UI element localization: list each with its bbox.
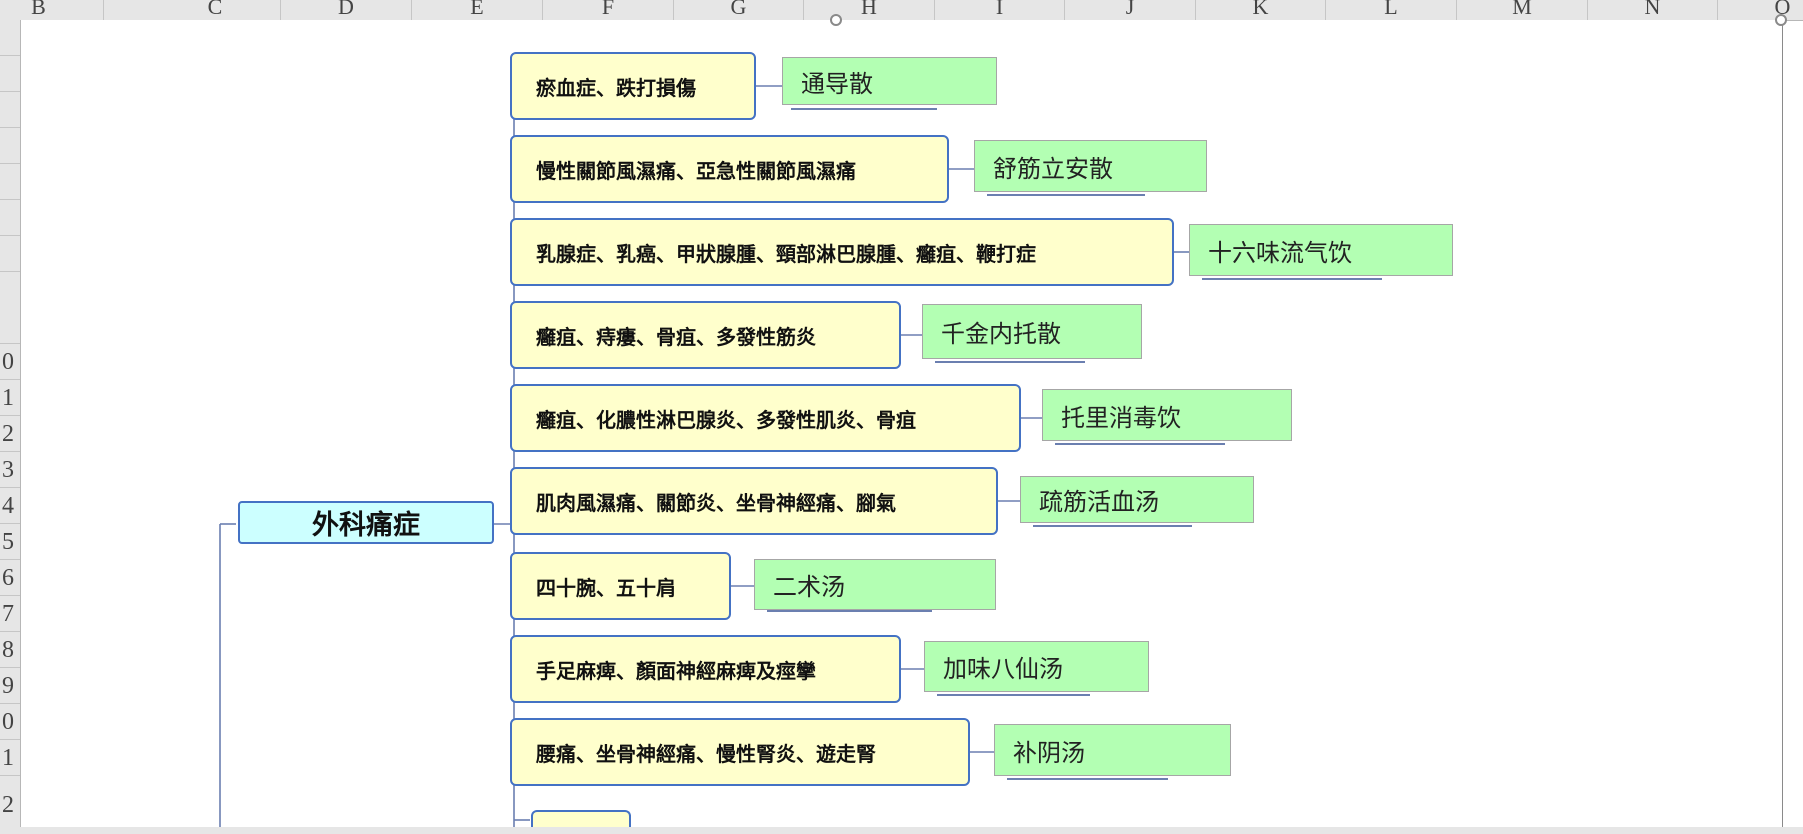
row-header-cell[interactable] [0, 164, 20, 200]
symptom-node-label: 癰疽、化膿性淋巴腺炎、多發性肌炎、骨疽 [536, 407, 916, 432]
row-header-cell[interactable] [0, 92, 20, 128]
column-header-d[interactable]: D [281, 0, 412, 20]
symptom-node[interactable]: 慢性關節風濕痛、亞急性關節風濕痛 [510, 135, 949, 203]
remedy-node[interactable]: 十六味流气饮 [1189, 224, 1453, 276]
symptom-node-label: 肌肉風濕痛、關節炎、坐骨神經痛、腳氣 [536, 490, 896, 515]
row-header-cell[interactable]: 7 [0, 596, 20, 632]
remedy-node-label: 托里消毒饮 [1061, 403, 1181, 432]
row-header-cell[interactable]: 2 [0, 416, 20, 452]
row-header-cell[interactable] [0, 200, 20, 236]
row-header-cell[interactable] [0, 236, 20, 272]
row-header-cell[interactable]: 2 [0, 776, 20, 834]
symptom-node[interactable]: 肌肉風濕痛、關節炎、坐骨神經痛、腳氣 [510, 467, 998, 535]
column-header-l[interactable]: L [1326, 0, 1457, 20]
column-header-n[interactable]: N [1588, 0, 1718, 20]
symptom-node[interactable]: 癰疽、化膿性淋巴腺炎、多發性肌炎、骨疽 [510, 384, 1021, 452]
symptom-node-label: 手足麻痺、顏面神經麻痺及痙攣 [536, 658, 816, 683]
symptom-node-label: 癰疽、痔瘻、骨疽、多發性筋炎 [536, 324, 816, 349]
row-header-cell[interactable]: 1 [0, 740, 20, 776]
remedy-node-underline [935, 361, 1085, 363]
remedy-node-underline [767, 610, 932, 612]
root-node-label: 外科痛症 [312, 510, 420, 541]
remedy-node[interactable]: 舒筋立安散 [974, 140, 1207, 192]
remedy-node-label: 千金内托散 [941, 320, 1061, 348]
row-header-cell[interactable]: 4 [0, 488, 20, 524]
remedy-node-underline [791, 108, 937, 110]
mindmap-root-node[interactable]: 外科痛症 [238, 501, 494, 544]
row-header-cell[interactable] [0, 56, 20, 92]
symptom-node[interactable]: 乳腺症、乳癌、甲狀腺腫、頸部淋巴腺腫、癰疽、鞭打症 [510, 218, 1174, 286]
symptom-node-label: 慢性關節風濕痛、亞急性關節風濕痛 [536, 158, 856, 183]
remedy-node[interactable]: 加味八仙汤 [924, 641, 1149, 692]
symptom-node-label: 四十腕、五十肩 [536, 575, 676, 600]
symptom-node-label: 腰痛、坐骨神經痛、慢性腎炎、遊走腎 [536, 741, 876, 766]
remedy-node-label: 二术汤 [773, 573, 845, 601]
remedy-node-label: 通导散 [801, 69, 873, 98]
remedy-node-underline [987, 194, 1145, 196]
remedy-node[interactable]: 通导散 [782, 57, 997, 105]
symptom-node[interactable]: 手足麻痺、顏面神經麻痺及痙攣 [510, 635, 901, 703]
row-header-cell[interactable] [0, 20, 20, 56]
column-header-e[interactable]: E [412, 0, 543, 20]
symptom-node-label: 乳腺症、乳癌、甲狀腺腫、頸部淋巴腺腫、癰疽、鞭打症 [536, 241, 1036, 266]
symptom-node[interactable]: 癰疽、痔瘻、骨疽、多發性筋炎 [510, 301, 901, 369]
column-header-i[interactable]: I [935, 0, 1065, 20]
mindmap-canvas[interactable]: 外科痛症 瘀血症、跌打損傷 通导散慢性關節風濕痛、亞急性關節風濕痛 舒筋立安散乳腺症… [21, 14, 1787, 830]
column-header-o[interactable]: O [1718, 0, 1803, 20]
column-header-g[interactable]: G [674, 0, 804, 20]
row-header-cell[interactable]: 9 [0, 668, 20, 704]
remedy-node-label: 舒筋立安散 [993, 154, 1113, 183]
remedy-node[interactable]: 二术汤 [754, 559, 996, 610]
remedy-node-label: 十六味流气饮 [1208, 238, 1352, 267]
remedy-node[interactable]: 托里消毒饮 [1042, 389, 1292, 441]
column-header-k[interactable]: K [1196, 0, 1326, 20]
column-header-m[interactable]: M [1457, 0, 1588, 20]
row-header-cell[interactable]: 0 [0, 704, 20, 740]
column-header-h[interactable]: H [804, 0, 935, 20]
remedy-node-underline [1055, 443, 1225, 445]
symptom-node[interactable]: 瘀血症、跌打損傷 [510, 52, 756, 120]
resize-handle-top[interactable] [830, 14, 842, 26]
remedy-node[interactable]: 疏筋活血汤 [1020, 476, 1254, 523]
column-header-j[interactable]: J [1065, 0, 1196, 20]
row-header-cell[interactable]: 6 [0, 560, 20, 596]
symptom-node-label: 瘀血症、跌打損傷 [536, 75, 696, 100]
row-header-cell[interactable]: 5 [0, 524, 20, 560]
remedy-node-label: 加味八仙汤 [943, 655, 1063, 683]
remedy-node-underline [1033, 525, 1192, 527]
row-header-cell[interactable] [0, 272, 20, 344]
symptom-node[interactable]: 腰痛、坐骨神經痛、慢性腎炎、遊走腎 [510, 718, 970, 786]
remedy-node[interactable]: 千金内托散 [922, 304, 1142, 359]
symptom-node[interactable]: 四十腕、五十肩 [510, 552, 731, 620]
row-header-cell[interactable] [0, 128, 20, 164]
resize-handle-top-right[interactable] [1775, 14, 1787, 26]
column-header-c[interactable]: C [150, 0, 281, 20]
row-header-cell[interactable]: 0 [0, 344, 20, 380]
column-header-f[interactable]: F [543, 0, 674, 20]
remedy-node-underline [1202, 278, 1382, 280]
remedy-node[interactable]: 补阴汤 [994, 724, 1231, 776]
row-header-cell[interactable]: 3 [0, 452, 20, 488]
column-header-bar: B CDEFGHIJKLMNO [0, 0, 1803, 21]
row-header-cell[interactable]: 1 [0, 380, 20, 416]
remedy-node-underline [937, 694, 1090, 696]
column-header-b[interactable]: B [0, 0, 104, 20]
row-header-bar: 0123456789012 [0, 20, 21, 834]
remedy-node-underline [1007, 778, 1168, 780]
sheet-bottom-strip [0, 827, 1803, 834]
remedy-node-label: 补阴汤 [1013, 738, 1085, 767]
remedy-node-label: 疏筋活血汤 [1039, 488, 1159, 516]
row-header-cell[interactable]: 8 [0, 632, 20, 668]
